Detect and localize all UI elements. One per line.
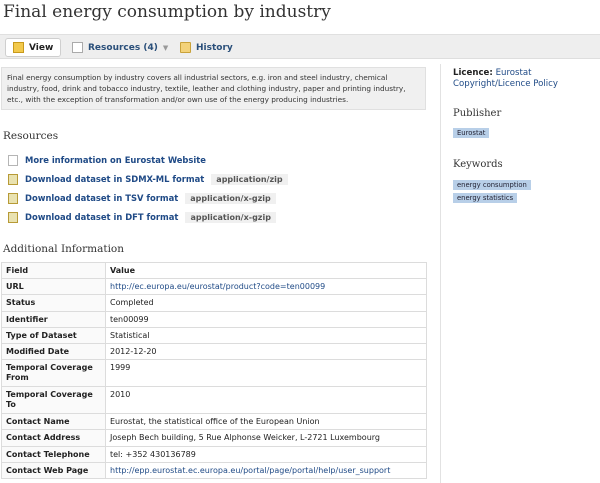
field-value: http://epp.eurostat.ec.europa.eu/portal/…: [105, 461, 427, 479]
document-icon: [72, 42, 83, 53]
resource-item: Download dataset in TSV format applicati…: [8, 191, 276, 205]
field-label: Modified Date: [1, 342, 106, 361]
tab-bar: View Resources (4) ▼ History: [0, 34, 600, 59]
additional-info-heading: Additional Information: [3, 243, 125, 255]
field-label: Contact Web Page: [1, 461, 106, 479]
resource-link[interactable]: Download dataset in SDMX-ML format: [25, 174, 204, 184]
field-value: Joseph Bech building, 5 Rue Alphonse Wei…: [105, 429, 427, 447]
keyword-tag[interactable]: energy statistics: [453, 193, 518, 203]
field-value: http://ec.europa.eu/eurostat/product?cod…: [105, 278, 427, 296]
keywords-heading: Keywords: [453, 159, 503, 170]
licence-label: Licence:: [453, 68, 493, 78]
web-page-link[interactable]: http://epp.eurostat.ec.europa.eu/portal/…: [110, 466, 390, 475]
field-value: 2010: [105, 386, 427, 415]
data-icon: [8, 211, 18, 223]
table-row: URL http://ec.europa.eu/eurostat/product…: [1, 278, 427, 296]
publisher-tag[interactable]: Eurostat: [453, 128, 490, 138]
resources-heading: Resources: [3, 130, 59, 142]
tab-resources-label: Resources (4): [88, 42, 158, 53]
sidebar-divider: [440, 64, 441, 483]
page-title: Final energy consumption by industry: [3, 2, 331, 22]
column-header: Value: [105, 261, 427, 280]
field-label: Temporal Coverage From: [1, 359, 106, 388]
resource-item: Download dataset in DFT format applicati…: [8, 210, 276, 224]
additional-info-table: Field Value URL http://ec.europa.eu/euro…: [1, 261, 427, 479]
field-label: Temporal Coverage To: [1, 386, 106, 415]
field-label: URL: [1, 278, 106, 296]
field-value: ten00099: [105, 310, 427, 328]
url-link[interactable]: http://ec.europa.eu/eurostat/product?cod…: [110, 282, 325, 291]
table-row: Status Completed: [1, 294, 427, 312]
table-row: Modified Date 2012-12-20: [1, 342, 427, 361]
format-badge: application/x-gzip: [185, 211, 276, 223]
tab-history-label: History: [196, 42, 233, 53]
table-row: Temporal Coverage From 1999: [1, 359, 427, 388]
table-row: Temporal Coverage To 2010: [1, 386, 427, 415]
field-value: Eurostat, the statistical office of the …: [105, 413, 427, 431]
licence-value-link[interactable]: Eurostat: [496, 68, 532, 78]
field-value: Completed: [105, 294, 427, 312]
field-label: Contact Telephone: [1, 445, 106, 463]
chevron-down-icon: ▼: [162, 43, 169, 52]
data-icon: [8, 192, 18, 204]
publisher-heading: Publisher: [453, 108, 502, 119]
table-row: Type of Dataset Statistical: [1, 326, 427, 344]
keyword-tag[interactable]: energy consumption: [453, 180, 531, 190]
table-row: Contact Address Joseph Bech building, 5 …: [1, 429, 427, 447]
folder-icon: [180, 42, 191, 53]
tab-view[interactable]: View: [5, 38, 61, 57]
page-icon: [8, 154, 18, 166]
table-row: Contact Telephone tel: +352 430136789: [1, 445, 427, 463]
tab-resources[interactable]: Resources (4) ▼: [70, 38, 168, 57]
tab-view-label: View: [29, 42, 54, 53]
field-label: Type of Dataset: [1, 326, 106, 344]
resource-item: Download dataset in SDMX-ML format appli…: [8, 172, 288, 186]
field-value: 1999: [105, 359, 427, 388]
licence-policy-link[interactable]: Copyright/Licence Policy: [453, 79, 558, 89]
table-row: Contact Web Page http://epp.eurostat.ec.…: [1, 461, 427, 479]
licence-info: Licence: Eurostat: [453, 68, 532, 78]
field-value: Statistical: [105, 326, 427, 344]
dataset-description: Final energy consumption by industry cov…: [1, 67, 426, 110]
data-icon: [8, 173, 18, 185]
table-row: Identifier ten00099: [1, 310, 427, 328]
resource-link[interactable]: More information on Eurostat Website: [25, 155, 206, 165]
tab-history[interactable]: History: [180, 38, 233, 57]
table-header-row: Field Value: [1, 261, 427, 280]
column-header: Field: [1, 261, 106, 280]
field-label: Contact Address: [1, 429, 106, 447]
format-badge: application/zip: [211, 173, 288, 185]
field-label: Status: [1, 294, 106, 312]
resource-link[interactable]: Download dataset in DFT format: [25, 212, 178, 222]
resource-item: More information on Eurostat Website: [8, 153, 206, 167]
format-badge: application/x-gzip: [185, 192, 276, 204]
licence-policy: Copyright/Licence Policy: [453, 79, 558, 89]
package-icon: [13, 42, 24, 53]
field-label: Identifier: [1, 310, 106, 328]
field-value: 2012-12-20: [105, 342, 427, 361]
field-value: tel: +352 430136789: [105, 445, 427, 463]
table-row: Contact Name Eurostat, the statistical o…: [1, 413, 427, 431]
resource-link[interactable]: Download dataset in TSV format: [25, 193, 178, 203]
field-label: Contact Name: [1, 413, 106, 431]
